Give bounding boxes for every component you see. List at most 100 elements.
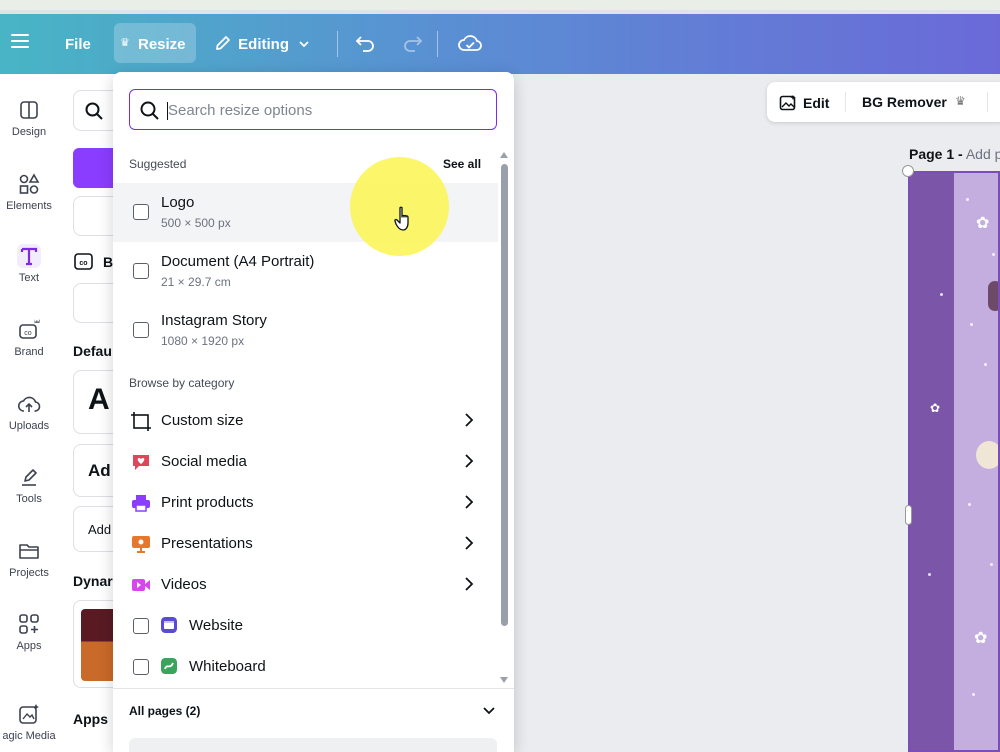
scrollbar-thumb[interactable] xyxy=(501,164,508,626)
sidebar-item-text[interactable]: Text xyxy=(0,244,58,284)
bunny-decoration xyxy=(988,281,998,311)
redo-icon[interactable] xyxy=(401,32,423,54)
toolbar-divider xyxy=(987,92,988,112)
sidebar-item-elements[interactable]: Elements xyxy=(0,172,58,212)
sparkle-dot xyxy=(992,253,995,256)
upload-cloud-icon xyxy=(17,396,41,412)
resize-dropdown: Suggested See all Logo 500 × 500 px Docu… xyxy=(113,72,514,752)
flower-decoration: ✿ xyxy=(974,630,988,647)
sidebar-item-projects[interactable]: Projects xyxy=(0,539,58,579)
page-number-label: Page 1 - xyxy=(909,146,963,162)
category-social-media[interactable]: Social media xyxy=(113,442,498,483)
scroll-down-arrow[interactable] xyxy=(500,677,508,683)
option-name: Document (A4 Portrait) xyxy=(161,253,315,270)
category-whiteboard[interactable]: Whiteboard xyxy=(113,647,498,688)
elements-icon xyxy=(19,173,40,194)
category-name: Whiteboard xyxy=(189,658,266,675)
page-title: Page 1 - Add p xyxy=(909,146,1000,162)
default-styles-heading: Defau xyxy=(73,343,112,359)
hand-pointer-icon xyxy=(394,206,409,231)
category-name: Print products xyxy=(161,494,254,511)
video-camera-icon xyxy=(132,579,150,591)
subheading-sample-text: Ad xyxy=(88,461,111,480)
category-print-products[interactable]: Print products xyxy=(113,483,498,524)
sidebar-item-design[interactable]: Design xyxy=(0,98,58,138)
option-dimensions: 500 × 500 px xyxy=(161,216,231,230)
rotate-handle[interactable] xyxy=(902,165,914,177)
svg-text:co: co xyxy=(79,260,87,267)
document-checkbox[interactable] xyxy=(133,263,149,279)
editing-mode-button[interactable]: Editing xyxy=(214,34,311,56)
text-caret xyxy=(167,102,168,120)
whiteboard-icon xyxy=(161,658,177,674)
sparkle-dot xyxy=(966,198,969,201)
sparkle-dot xyxy=(940,293,943,296)
category-name: Website xyxy=(189,617,243,634)
resize-search-field[interactable] xyxy=(129,89,497,130)
scroll-up-arrow[interactable] xyxy=(500,152,508,158)
sidebar-item-uploads[interactable]: Uploads xyxy=(0,392,58,432)
tools-icon xyxy=(22,469,37,486)
apps-heading: Apps xyxy=(73,711,108,727)
browser-strip xyxy=(0,0,1000,14)
sparkle-dot xyxy=(928,573,931,576)
sparkle-dot xyxy=(984,363,987,366)
category-name: Custom size xyxy=(161,412,244,429)
resize-action-button[interactable] xyxy=(129,738,497,752)
logo-checkbox[interactable] xyxy=(133,204,149,220)
resize-button-label: Resize xyxy=(138,36,186,53)
add-page-title-input[interactable]: Add p xyxy=(966,146,1000,162)
resize-button[interactable]: ♛ Resize xyxy=(114,23,196,63)
footer-divider xyxy=(113,688,514,689)
resize-search-input[interactable] xyxy=(168,99,488,121)
toolbar-divider xyxy=(845,92,846,112)
search-icon xyxy=(85,102,103,120)
sparkle-dot xyxy=(970,323,973,326)
file-menu-button[interactable]: File xyxy=(65,36,91,53)
sparkle-dot xyxy=(968,503,971,506)
toolbar-divider xyxy=(337,31,338,57)
left-sidebar: Design Elements Text co Brand Uploads To… xyxy=(0,74,58,752)
whiteboard-checkbox[interactable] xyxy=(133,659,149,675)
category-videos[interactable]: Videos xyxy=(113,565,498,606)
crown-icon: ♛ xyxy=(955,94,966,108)
chevron-down-icon xyxy=(299,41,309,48)
cloud-saved-icon[interactable] xyxy=(458,32,482,54)
folder-icon xyxy=(19,544,39,559)
category-presentations[interactable]: Presentations xyxy=(113,524,498,565)
presentation-icon xyxy=(132,536,150,553)
hamburger-icon[interactable] xyxy=(11,34,29,48)
bg-remover-button[interactable]: BG Remover xyxy=(862,94,947,110)
chevron-down-icon[interactable] xyxy=(481,704,497,718)
sidebar-item-apps[interactable]: Apps xyxy=(0,612,58,652)
undo-icon[interactable] xyxy=(355,32,377,54)
pencil-icon xyxy=(214,34,234,56)
instagram-story-checkbox[interactable] xyxy=(133,322,149,338)
search-icon xyxy=(140,101,159,120)
website-checkbox[interactable] xyxy=(133,618,149,634)
crown-icon: ♛ xyxy=(120,37,130,49)
see-all-link[interactable]: See all xyxy=(443,157,481,171)
chevron-right-icon xyxy=(465,577,474,591)
website-icon xyxy=(161,617,177,633)
dropdown-scrollbar[interactable] xyxy=(499,152,509,683)
brand-kit-icon: co xyxy=(74,253,93,270)
edit-image-button[interactable]: Edit xyxy=(779,94,829,112)
custom-size-icon xyxy=(131,412,151,431)
brand-icon: co xyxy=(19,319,40,339)
category-website[interactable]: Website xyxy=(113,606,498,647)
category-custom-size[interactable]: Custom size xyxy=(113,401,498,442)
sidebar-item-magic-media[interactable]: agic Media xyxy=(0,702,58,742)
design-page[interactable]: ✿ ✿ ✿ xyxy=(908,171,1000,752)
category-name: Social media xyxy=(161,453,247,470)
sidebar-item-tools[interactable]: Tools xyxy=(0,465,58,505)
resize-side-handle[interactable] xyxy=(905,505,912,525)
mushroom-decoration xyxy=(976,441,998,469)
all-pages-selector[interactable]: All pages (2) xyxy=(129,704,200,718)
suggested-option-document[interactable]: Document (A4 Portrait) 21 × 29.7 cm xyxy=(113,242,498,301)
sidebar-item-brand[interactable]: co Brand xyxy=(0,318,58,358)
suggested-option-instagram-story[interactable]: Instagram Story 1080 × 1920 px xyxy=(113,301,498,360)
apps-grid-icon xyxy=(19,614,39,634)
top-toolbar: File ♛ Resize Editing xyxy=(0,14,1000,74)
context-toolbar: Edit BG Remover ♛ xyxy=(767,82,1000,122)
